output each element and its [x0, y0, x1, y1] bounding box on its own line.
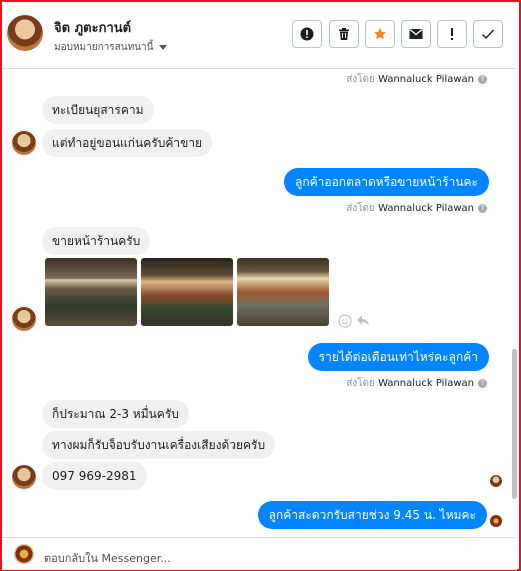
message-outgoing: ลูกค้าออกตลาดหรือขายหน้าร้านคะ	[284, 168, 489, 196]
message-list[interactable]: ส่งโดย Wannaluck Pilawan? ทะเบียนยุสารคา…	[2, 69, 508, 535]
photo-thumbnail[interactable]	[141, 258, 233, 326]
scrollbar-thumb[interactable]	[512, 349, 517, 499]
sent-by-label: ส่งโดย Wannaluck Pilawan?	[346, 201, 487, 216]
mark-spam-button[interactable]	[437, 20, 467, 48]
info-icon[interactable]: ?	[478, 378, 487, 388]
photo-thumbnail[interactable]	[237, 258, 329, 326]
trash-icon	[339, 28, 349, 40]
seen-avatar	[490, 475, 502, 487]
chevron-down-icon	[159, 44, 168, 50]
contact-avatar-small	[12, 465, 36, 489]
conversation-header: จิต ภูตะกานต์ มอบหมายการสนทนานี้	[2, 2, 517, 69]
contact-avatar-small	[12, 131, 36, 155]
assign-conversation-dropdown[interactable]: มอบหมายการสนทนานี้	[54, 40, 168, 55]
message-incoming: ทะเบียนยุสารคาม	[42, 96, 154, 124]
message-incoming: ขายหน้าร้านครับ	[42, 227, 151, 255]
info-icon[interactable]: ?	[478, 203, 487, 213]
star-icon	[374, 28, 386, 40]
info-icon[interactable]: ?	[478, 74, 487, 84]
contact-avatar[interactable]	[7, 15, 43, 51]
star-button[interactable]	[365, 20, 395, 48]
reply-icon[interactable]	[356, 314, 370, 327]
message-incoming: ก็ประมาณ 2-3 หมื่นครับ	[42, 400, 189, 428]
assign-label: มอบหมายการสนทนานี้	[54, 42, 154, 53]
photo-thumbnail[interactable]	[45, 258, 137, 326]
sent-by-label: ส่งโดย Wannaluck Pilawan?	[346, 376, 487, 391]
emoji-reaction-icon[interactable]	[338, 314, 352, 328]
message-outgoing: ลูกค้าสะดวกรับสายช่วง 9.45 น. ไหมคะ	[257, 501, 487, 529]
contact-avatar-small	[12, 307, 36, 331]
report-icon	[300, 27, 314, 41]
seen-avatar	[490, 515, 502, 527]
page-avatar	[14, 544, 34, 564]
sent-by-label: ส่งโดย Wannaluck Pilawan?	[346, 72, 487, 87]
delete-button[interactable]	[329, 20, 359, 48]
check-icon	[482, 29, 495, 40]
message-incoming: แต่ทำอยู่ขอนแก่นครับค้าขาย	[42, 129, 213, 157]
mark-unread-button[interactable]	[401, 20, 431, 48]
report-button[interactable]	[292, 20, 322, 48]
composer[interactable]: ตอบกลับใน Messenger...	[2, 537, 517, 570]
mail-icon	[409, 29, 423, 39]
mark-done-button[interactable]	[473, 20, 503, 48]
message-incoming: ทางผมก็รับจ็อบรับงานเครื่องเสียงด้วยครับ	[42, 431, 276, 459]
message-incoming: 097 969-2981	[42, 462, 147, 490]
exclamation-icon	[451, 28, 453, 40]
reply-input[interactable]: ตอบกลับใน Messenger...	[44, 549, 171, 567]
scrollbar[interactable]	[509, 69, 519, 535]
message-outgoing: รายได้ต่อเดือนเท่าไหร่คะลูกค้า	[307, 343, 489, 371]
contact-name[interactable]: จิต ภูตะกานต์	[54, 17, 131, 38]
